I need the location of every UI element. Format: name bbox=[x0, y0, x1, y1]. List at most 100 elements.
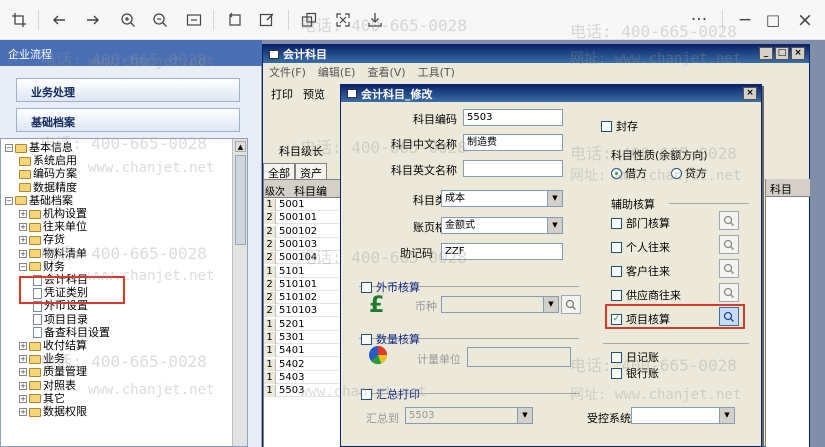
aux-search-button[interactable] bbox=[719, 211, 739, 230]
tree-item[interactable]: + 对照表 bbox=[19, 379, 76, 392]
tree-item[interactable]: + 质量管理 bbox=[19, 366, 87, 378]
expand-node-icon[interactable]: + bbox=[19, 236, 27, 245]
en-name-input[interactable] bbox=[463, 160, 563, 177]
cn-name-input[interactable]: 制造费 bbox=[463, 134, 563, 151]
edit-icon[interactable] bbox=[256, 8, 278, 32]
tree-item[interactable]: + 物料清单 bbox=[19, 247, 87, 260]
credit-radio-dot[interactable] bbox=[671, 167, 682, 179]
chevron-down-icon[interactable]: ▼ bbox=[543, 297, 558, 312]
aux-search-button[interactable] bbox=[719, 283, 739, 302]
collapse-node-icon[interactable]: − bbox=[5, 196, 13, 205]
fx-checkbox-box[interactable] bbox=[361, 281, 372, 293]
tree-item[interactable]: + 其它 bbox=[19, 392, 65, 405]
tree-item[interactable]: 项目目录 bbox=[33, 313, 88, 326]
tree-item[interactable]: 系统启用 bbox=[19, 155, 77, 167]
module-business[interactable]: 业务处理 bbox=[16, 78, 240, 102]
expand-node-icon[interactable]: + bbox=[19, 355, 27, 364]
chevron-down-icon[interactable]: ▼ bbox=[517, 408, 532, 423]
mnemonic-input[interactable]: ZZF bbox=[441, 243, 563, 260]
aux-checkbox[interactable]: 部门核算 bbox=[611, 215, 670, 231]
share-image-icon[interactable] bbox=[298, 8, 320, 32]
maximize-icon[interactable]: □ bbox=[760, 8, 786, 32]
format-select[interactable]: 金额式 ▼ bbox=[441, 217, 563, 234]
expand-node-icon[interactable]: + bbox=[19, 249, 27, 258]
journal-checkbox[interactable]: 日记账 bbox=[611, 349, 659, 365]
summary-print-checkbox[interactable]: 汇总打印 bbox=[361, 386, 420, 402]
rotate-icon[interactable] bbox=[224, 8, 246, 32]
aux-checkbox-box[interactable] bbox=[611, 289, 622, 301]
bank-checkbox-box[interactable] bbox=[611, 367, 622, 379]
currency-search-button[interactable] bbox=[561, 295, 581, 314]
chevron-down-icon[interactable]: ▼ bbox=[719, 408, 734, 423]
crop-icon[interactable] bbox=[8, 8, 30, 32]
tree-item[interactable]: + 收付结算 bbox=[19, 340, 87, 352]
credit-radio[interactable]: 贷方 bbox=[671, 165, 707, 181]
minimize-icon[interactable]: − bbox=[732, 8, 758, 32]
type-select[interactable]: 成本 ▼ bbox=[441, 190, 563, 207]
currency-select[interactable]: ▼ bbox=[441, 296, 559, 313]
aux-checkbox-box[interactable] bbox=[611, 265, 622, 277]
tree-item[interactable]: + 数据权限 bbox=[19, 406, 87, 418]
forward-arrow-icon[interactable] bbox=[82, 8, 104, 32]
journal-checkbox-box[interactable] bbox=[611, 351, 622, 363]
aux-checkbox-box[interactable] bbox=[611, 241, 622, 253]
tree-item[interactable]: 数据精度 bbox=[19, 181, 77, 194]
code-input[interactable]: 5503 bbox=[463, 109, 563, 126]
aux-checkbox-box[interactable] bbox=[611, 217, 622, 229]
dialog-close-button[interactable]: × bbox=[743, 87, 757, 100]
expand-node-icon[interactable]: + bbox=[19, 223, 27, 232]
tree-item[interactable]: + 业务 bbox=[19, 353, 65, 365]
expand-node-icon[interactable]: + bbox=[19, 210, 27, 218]
aux-checkbox[interactable]: 客户往来 bbox=[611, 263, 670, 279]
expand-node-icon[interactable]: + bbox=[19, 381, 27, 390]
back-arrow-icon[interactable] bbox=[48, 8, 70, 32]
expand-icon[interactable] bbox=[332, 8, 354, 32]
more-icon[interactable]: ··· bbox=[686, 8, 712, 32]
summary-to-select[interactable]: 5503 ▼ bbox=[405, 407, 533, 424]
seal-checkbox-box[interactable] bbox=[601, 120, 612, 132]
scroll-thumb[interactable] bbox=[235, 155, 246, 245]
tree-item[interactable]: − 基本信息 bbox=[5, 142, 73, 154]
window-minimize-button[interactable]: _ bbox=[759, 47, 773, 60]
aux-search-button[interactable] bbox=[719, 259, 739, 278]
expand-node-icon[interactable]: + bbox=[19, 368, 27, 377]
aux-search-button[interactable] bbox=[719, 235, 739, 254]
zoom-in-icon[interactable] bbox=[117, 8, 139, 32]
expand-node-icon[interactable]: + bbox=[19, 342, 27, 350]
scroll-up-icon[interactable]: ▲ bbox=[235, 141, 246, 152]
menu-file[interactable]: 文件(F) bbox=[269, 64, 306, 80]
menu-view[interactable]: 查看(V) bbox=[367, 64, 405, 80]
window-close-button[interactable]: × bbox=[791, 47, 805, 60]
bank-checkbox[interactable]: 银行账 bbox=[611, 365, 659, 381]
print-button[interactable]: 打印 bbox=[271, 86, 293, 101]
tree-item[interactable]: + 存货 bbox=[19, 234, 65, 246]
menu-tools[interactable]: 工具(T) bbox=[418, 64, 455, 80]
collapse-node-icon[interactable]: − bbox=[19, 262, 27, 271]
expand-node-icon[interactable]: + bbox=[19, 408, 27, 416]
controlled-system-select[interactable]: ▼ bbox=[631, 407, 735, 424]
summary-print-checkbox-box[interactable] bbox=[361, 388, 372, 400]
aux-checkbox[interactable]: 供应商往来 bbox=[611, 287, 681, 303]
unit-input[interactable] bbox=[467, 347, 571, 367]
menu-edit[interactable]: 编辑(E) bbox=[318, 64, 356, 80]
collapse-node-icon[interactable]: − bbox=[5, 144, 13, 152]
tree-item[interactable]: + 往来单位 bbox=[19, 221, 87, 233]
fit-page-icon[interactable] bbox=[183, 8, 205, 32]
aux-checkbox[interactable]: 个人往来 bbox=[611, 239, 670, 255]
seal-checkbox[interactable]: 封存 bbox=[601, 118, 638, 134]
tree-item[interactable]: 编码方案 bbox=[19, 168, 77, 180]
download-icon[interactable] bbox=[364, 8, 386, 32]
debit-radio-dot[interactable] bbox=[611, 167, 622, 179]
tree-item[interactable]: + 机构设置 bbox=[19, 208, 87, 220]
window-maximize-button[interactable]: □ bbox=[775, 47, 789, 60]
zoom-out-icon[interactable] bbox=[149, 8, 171, 32]
expand-node-icon[interactable]: + bbox=[19, 394, 27, 403]
tree-scrollbar[interactable]: ▲ bbox=[232, 139, 247, 446]
preview-button[interactable]: 预览 bbox=[303, 86, 325, 101]
module-basic-archive[interactable]: 基础档案 bbox=[16, 108, 240, 132]
debit-radio[interactable]: 借方 bbox=[611, 165, 647, 181]
tree-item[interactable]: − 财务 bbox=[19, 260, 65, 273]
tree-item[interactable]: − 基础档案 bbox=[5, 194, 73, 207]
tree-item[interactable]: 备查科目设置 bbox=[33, 326, 110, 339]
qty-checkbox-box[interactable] bbox=[361, 333, 372, 345]
